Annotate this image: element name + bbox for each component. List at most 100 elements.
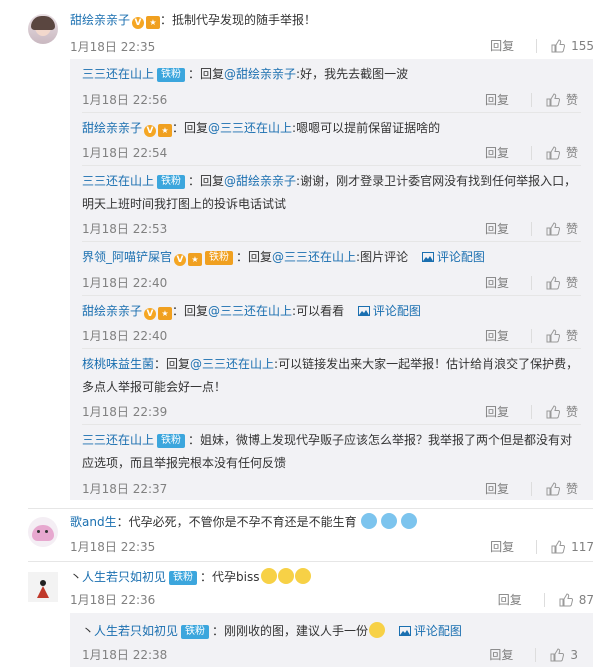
like-label[interactable]: 赞 [566,327,578,344]
reply-actions: 回复 赞 [485,403,578,420]
like-label[interactable]: 赞 [566,274,578,291]
reply-button[interactable]: 回复 [485,480,509,497]
reply-text: :嗯嗯可以提前保留证据啥的 [292,121,441,135]
fan-badge: 铁粉 [157,68,186,82]
thumbs-up-icon[interactable] [546,145,560,160]
reply-username[interactable]: 三三还在山上 [82,174,154,188]
reply-actions: 回复 赞 [485,274,578,291]
reply-button[interactable]: 回复 [485,274,509,291]
comment-text: ：代孕必死，不管你是不孕不育还是不能生育 [116,515,357,529]
comment-image-link[interactable]: 评论配图 [357,304,421,318]
caret-icon: 丶 [70,570,83,584]
reply-prefix: ：回复 [188,67,225,81]
reply-button[interactable]: 回复 [485,144,509,161]
reply-username[interactable]: 人生若只如初见 [94,624,178,638]
medal-icon: ★ [158,124,173,137]
reply-actions: 回复 赞 [485,144,578,161]
mention-link[interactable]: @三三还在山上 [272,250,356,264]
reply-text-line2: 多点人举报可能会好一点！ [82,380,227,394]
mention-link[interactable]: @甜绘亲亲子 [224,67,296,81]
emoji-icon [294,568,311,584]
reply-time: 1月18日 22:38 [82,648,168,662]
thumbs-up-icon[interactable] [550,647,565,662]
comment-time: 1月18日 22:36 [70,593,156,607]
thumbs-up-icon[interactable] [546,481,560,496]
mention-link[interactable]: @甜绘亲亲子 [224,174,296,188]
comment-actions: 回复 117 [490,538,594,555]
reply-username[interactable]: 界领_阿喵铲屎官 [82,250,172,264]
avatar[interactable] [28,517,58,547]
reply-username[interactable]: 三三还在山上 [82,433,154,447]
thumbs-up-icon[interactable] [546,404,560,419]
reply-username[interactable]: 核桃味益生菌 [82,357,154,371]
medal-icon: ★ [158,307,173,320]
comment-image-link[interactable]: 评论配图 [398,624,462,638]
medal-icon: ★ [188,253,203,266]
thumbs-up-icon[interactable] [551,539,566,554]
mention-link[interactable]: @三三还在山上 [208,121,292,135]
like-label[interactable]: 赞 [566,144,578,161]
comment-username[interactable]: 歌and生 [70,515,117,529]
caret-icon: 丶 [82,624,95,638]
avatar[interactable] [28,14,58,44]
reply-button[interactable]: 回复 [485,327,509,344]
thumbs-up-icon[interactable] [559,592,573,607]
verified-icon: V [144,308,157,320]
like-label[interactable]: 赞 [566,220,578,237]
reply-time: 1月18日 22:39 [82,405,168,419]
reply-button[interactable]: 回复 [498,591,522,608]
reply-button[interactable]: 回复 [485,403,509,420]
like-count: 155 [571,38,594,53]
comment-image-link[interactable]: 评论配图 [421,250,485,264]
reply-actions: 回复 赞 [485,480,578,497]
divider [530,145,532,160]
thumbs-up-icon[interactable] [546,328,560,343]
reply-button[interactable]: 回复 [490,538,514,555]
reply-button[interactable]: 回复 [490,37,514,54]
reply-time: 1月18日 22:54 [82,146,168,160]
like-count: 117 [571,539,594,554]
comment-image-label[interactable]: 评论配图 [373,304,421,318]
comment-actions: 回复 155 [490,37,594,54]
reply-username[interactable]: 三三还在山上 [82,67,154,81]
divider [530,404,532,419]
like-count: 87 [578,592,594,607]
thumbs-up-icon[interactable] [546,275,560,290]
divider [82,241,581,242]
divider [530,275,532,290]
like-label[interactable]: 赞 [566,403,578,420]
comment-username[interactable]: 人生若只如初见 [82,570,166,584]
like-label[interactable]: 赞 [566,91,578,108]
thumbs-up-icon[interactable] [546,221,560,236]
divider [530,92,532,107]
divider [82,424,581,425]
verified-icon: V [174,254,187,266]
reply-username[interactable]: 甜绘亲亲子 [82,304,142,318]
fan-badge: 铁粉 [157,175,186,189]
reply-prefix: ：回复 [172,304,209,318]
reply-actions: 回复 3 [489,646,578,663]
image-icon [421,252,434,262]
thumbs-up-icon[interactable] [551,38,566,53]
reply-button[interactable]: 回复 [489,646,513,663]
comment-actions: 回复 87 [498,591,594,608]
thumbs-up-icon[interactable] [546,92,560,107]
comment-image-label[interactable]: 评论配图 [437,250,485,264]
image-icon [357,306,370,316]
like-label[interactable]: 赞 [566,480,578,497]
emoji-icon [277,568,294,584]
comment-time: 1月18日 22:35 [70,540,156,554]
reply-actions: 回复 赞 [485,91,578,108]
reply-button[interactable]: 回复 [485,91,509,108]
reply-time: 1月18日 22:53 [82,222,168,236]
comment-text: ：抵制代孕发现的随手举报！ [160,13,317,27]
reply-button[interactable]: 回复 [485,220,509,237]
divider [536,38,538,53]
mention-link[interactable]: @三三还在山上 [190,357,274,371]
mention-link[interactable]: @三三还在山上 [208,304,292,318]
image-icon [398,626,411,636]
comment-image-label[interactable]: 评论配图 [414,624,462,638]
avatar[interactable] [28,572,58,602]
reply-username[interactable]: 甜绘亲亲子 [82,121,142,135]
comment-username[interactable]: 甜绘亲亲子 [70,13,130,27]
